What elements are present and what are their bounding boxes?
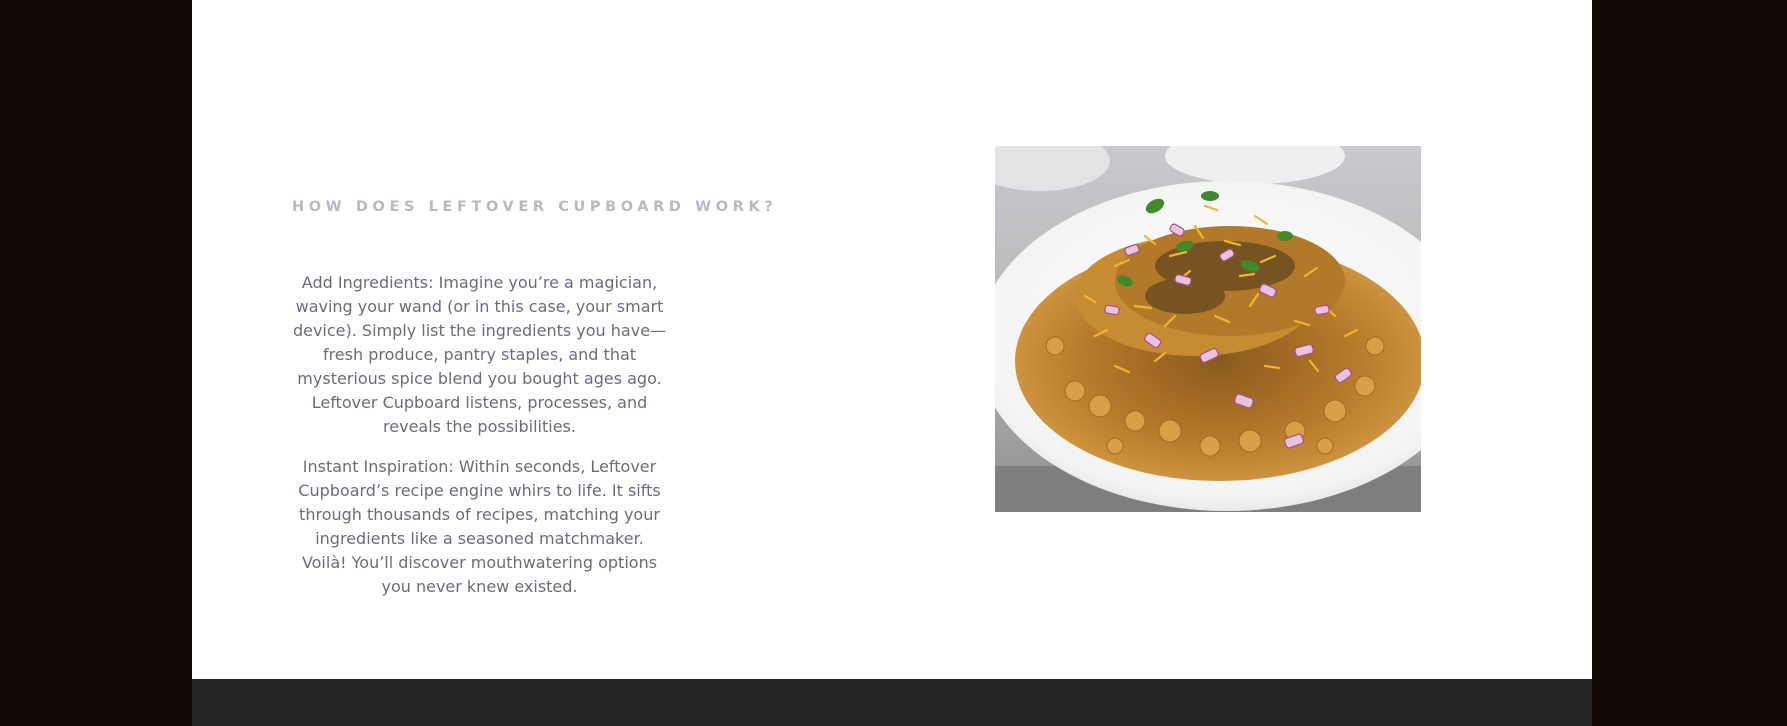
food-photo	[995, 146, 1421, 512]
content-page: HOW DOES LEFTOVER CUPBOARD WORK? Add Ing…	[192, 0, 1592, 726]
footer-band	[192, 679, 1592, 726]
paragraph-instant-inspiration: Instant Inspiration: Within seconds, Lef…	[298, 457, 661, 596]
food-photo-illustration	[995, 146, 1421, 512]
paragraph-add-ingredients: Add Ingredients: Imagine you’re a magici…	[292, 273, 667, 436]
section-heading: HOW DOES LEFTOVER CUPBOARD WORK?	[292, 199, 778, 215]
how-it-works-text: HOW DOES LEFTOVER CUPBOARD WORK? Add Ing…	[292, 196, 778, 615]
